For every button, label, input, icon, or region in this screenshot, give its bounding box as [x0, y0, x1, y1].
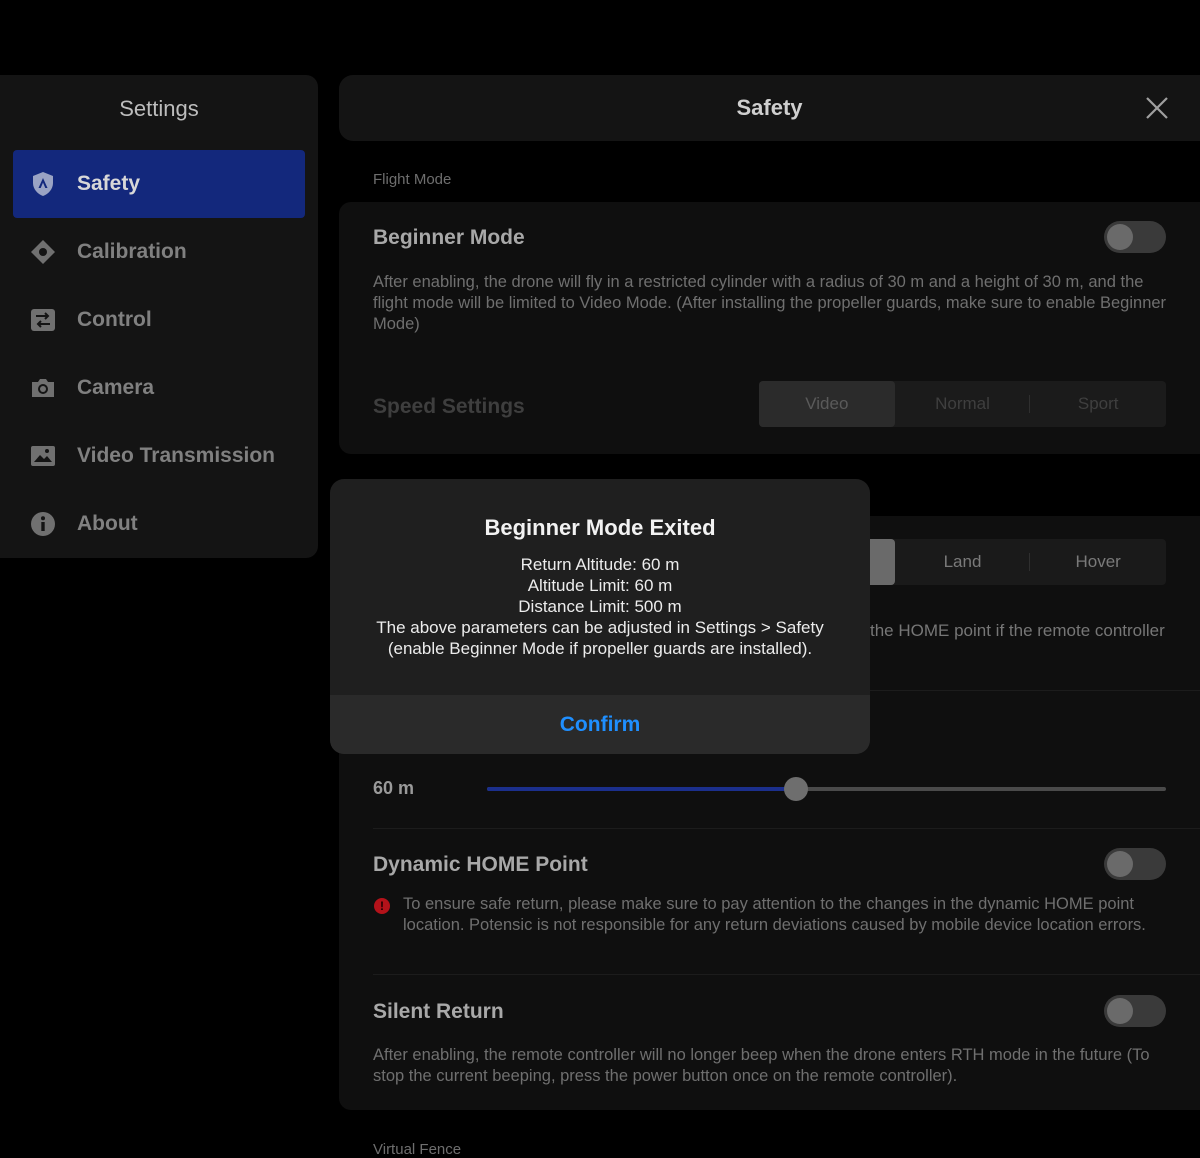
silent-return-toggle[interactable] [1104, 995, 1166, 1027]
divider [373, 828, 1200, 829]
sidebar-item-label: Safety [77, 172, 141, 195]
speed-option-sport[interactable]: Sport [1030, 381, 1166, 427]
speed-option-label: Normal [935, 394, 990, 413]
dialog-line-distance-limit: Distance Limit: 500 m [518, 597, 682, 616]
warning-icon: ! [374, 898, 390, 914]
control-icon [29, 306, 57, 334]
sidebar-item-camera[interactable]: Camera [13, 354, 305, 422]
sidebar-item-safety[interactable]: Safety [13, 150, 305, 218]
rth-option-label: Hover [1075, 552, 1121, 571]
rth-option-hover[interactable]: Hover [1030, 539, 1166, 585]
silent-return-description: After enabling, the remote controller wi… [373, 1046, 1150, 1085]
beginner-mode-exited-dialog: Beginner Mode Exited Return Altitude: 60… [330, 479, 870, 754]
dialog-line-return-altitude: Return Altitude: 60 m [520, 555, 680, 574]
info-icon [29, 510, 57, 538]
sidebar-item-about[interactable]: About [13, 490, 305, 558]
page-header: Safety [339, 75, 1200, 141]
sidebar-item-label: About [77, 512, 138, 535]
dialog-line-note: The above parameters can be adjusted in … [376, 618, 824, 637]
dynamic-home-title: Dynamic HOME Point [373, 853, 588, 876]
dialog-body: Return Altitude: 60 m Altitude Limit: 60… [350, 554, 850, 659]
speed-option-label: Sport [1077, 394, 1119, 413]
flight-mode-card: Beginner Mode After enabling, the drone … [339, 202, 1200, 454]
speed-option-video[interactable]: Video [759, 381, 895, 427]
sidebar-item-label: Video Transmission [77, 444, 276, 467]
dynamic-home-toggle[interactable] [1104, 848, 1166, 880]
sidebar-item-calibration[interactable]: Calibration [13, 218, 305, 286]
sidebar-item-label: Control [77, 308, 152, 331]
toggle-knob [1107, 851, 1133, 877]
altitude-slider-fill [487, 787, 796, 791]
speed-option-normal[interactable]: Normal [895, 381, 1031, 427]
sidebar-item-label: Calibration [77, 240, 187, 263]
altitude-slider[interactable] [487, 777, 1166, 801]
settings-sidebar: Settings Safety Calibration Control Came… [0, 75, 318, 558]
confirm-button[interactable]: Confirm [330, 695, 870, 754]
section-label-flight-mode: Flight Mode [373, 171, 452, 188]
close-icon[interactable] [1144, 95, 1170, 121]
section-label-virtual-fence: Virtual Fence [373, 1141, 462, 1158]
altitude-value: 60 m [373, 778, 415, 798]
toggle-knob [1107, 998, 1133, 1024]
altitude-slider-thumb[interactable] [783, 777, 808, 801]
dynamic-home-warning: To ensure safe return, please make sure … [403, 895, 1146, 934]
beginner-mode-description: After enabling, the drone will fly in a … [373, 273, 1167, 333]
sidebar-item-video-transmission[interactable]: Video Transmission [13, 422, 305, 490]
speed-option-label: Video [805, 394, 849, 413]
rth-option-land[interactable]: Land [895, 539, 1031, 585]
dialog-footer: Confirm [330, 695, 870, 754]
crosshair-icon [29, 238, 57, 266]
rth-option-label: Land [943, 552, 982, 571]
silent-return-title: Silent Return [373, 1000, 504, 1023]
page-title: Safety [736, 95, 803, 120]
video-transmission-icon [29, 442, 57, 470]
sidebar-item-label: Camera [77, 376, 155, 399]
speed-settings-title: Speed Settings [373, 395, 525, 418]
toggle-knob [1107, 224, 1133, 250]
camera-icon [29, 374, 57, 402]
sidebar-title: Settings [119, 96, 199, 121]
dialog-title: Beginner Mode Exited [484, 515, 716, 540]
rth-description: the HOME point if the remote controller [870, 621, 1165, 640]
beginner-mode-title: Beginner Mode [373, 226, 525, 249]
divider [373, 974, 1200, 975]
dialog-line-altitude-limit: Altitude Limit: 60 m [527, 576, 673, 595]
sidebar-item-control[interactable]: Control [13, 286, 305, 354]
beginner-mode-toggle[interactable] [1104, 221, 1166, 253]
shield-icon [29, 170, 57, 198]
dialog-line-note-2: (enable Beginner Mode if propeller guard… [387, 639, 813, 658]
speed-segmented-control: Video Normal Sport [759, 381, 1166, 427]
